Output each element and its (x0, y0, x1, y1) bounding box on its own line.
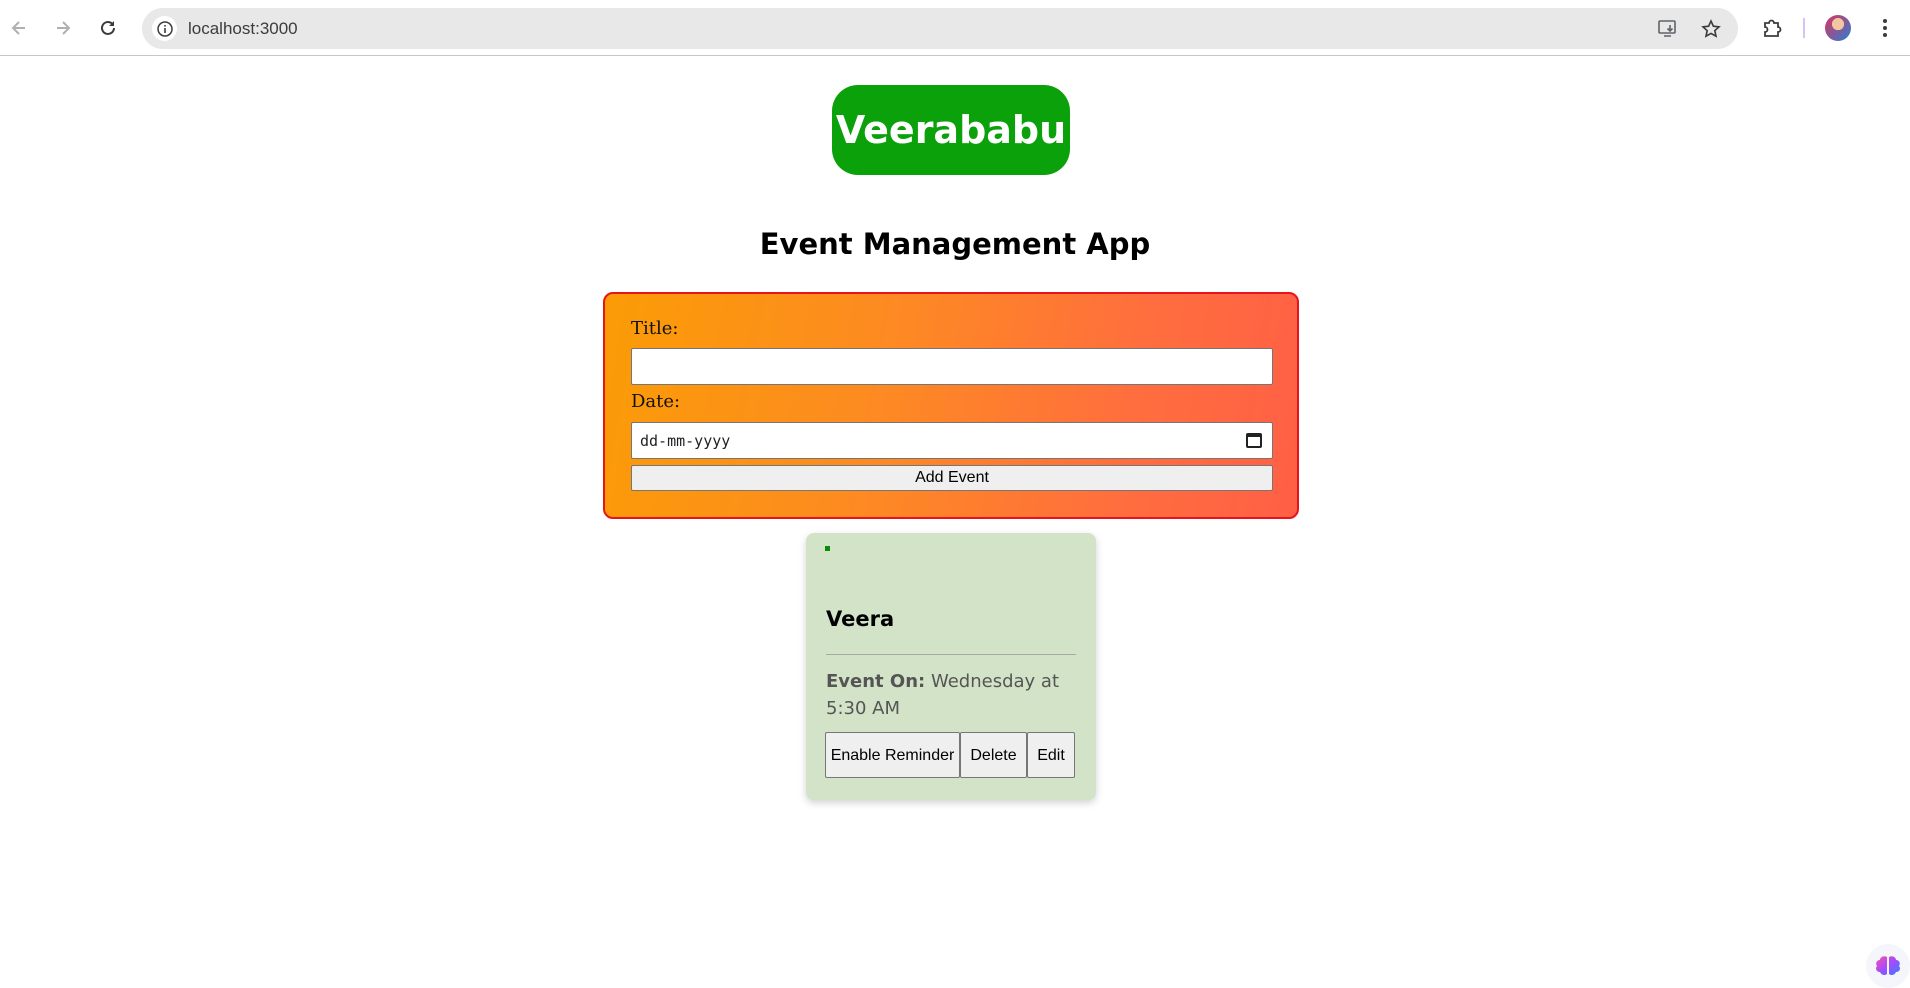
divider (826, 654, 1076, 655)
title-label: Title: (631, 318, 679, 339)
event-date: Event On: Wednesday at 5:30 AM (826, 668, 1076, 722)
address-bar[interactable]: localhost:3000 (142, 8, 1738, 49)
browser-menu-button[interactable] (1869, 12, 1901, 44)
date-input[interactable]: dd-mm-yyyy (631, 422, 1273, 459)
star-icon (1701, 19, 1721, 38)
arrow-left-icon (11, 21, 25, 35)
browser-toolbar: localhost:3000 (0, 0, 1910, 56)
add-event-form: Title: Date: dd-mm-yyyy Add Event (603, 292, 1299, 519)
brand-badge: Veerababu (832, 85, 1070, 175)
calendar-icon[interactable] (1246, 433, 1262, 448)
forward-button[interactable] (47, 12, 79, 44)
event-title: Veera (826, 607, 895, 631)
add-event-button[interactable]: Add Event (631, 465, 1273, 491)
info-icon (156, 20, 173, 37)
kebab-menu-icon (1883, 19, 1887, 37)
page-title: Event Management App (759, 227, 1151, 261)
reload-button[interactable] (92, 12, 124, 44)
back-button[interactable] (3, 12, 35, 44)
date-label: Date: (631, 391, 681, 412)
reload-icon (101, 20, 115, 35)
site-info-button[interactable] (152, 16, 177, 41)
list-bullet (825, 546, 830, 551)
event-on-label: Event On: (826, 671, 926, 692)
date-placeholder: dd-mm-yyyy (640, 432, 731, 450)
enable-reminder-button[interactable]: Enable Reminder (825, 732, 960, 778)
event-card: Veera Event On: Wednesday at 5:30 AM Ena… (806, 533, 1096, 800)
puzzle-icon (1764, 19, 1782, 37)
extensions-button[interactable] (1756, 12, 1788, 44)
install-app-button[interactable] (1655, 16, 1681, 42)
install-app-icon (1658, 20, 1676, 37)
arrow-right-icon (57, 21, 71, 35)
delete-button[interactable]: Delete (960, 732, 1027, 778)
title-input[interactable] (631, 348, 1273, 385)
bookmark-button[interactable] (1698, 16, 1724, 42)
url-text[interactable]: localhost:3000 (188, 19, 298, 39)
page-content: Veerababu Event Management App Title: Da… (0, 57, 1910, 988)
edit-button[interactable]: Edit (1027, 732, 1075, 778)
toolbar-separator (1803, 18, 1805, 38)
avatar[interactable] (1825, 15, 1851, 41)
brain-icon (1876, 956, 1900, 976)
assistant-button[interactable] (1866, 944, 1910, 988)
